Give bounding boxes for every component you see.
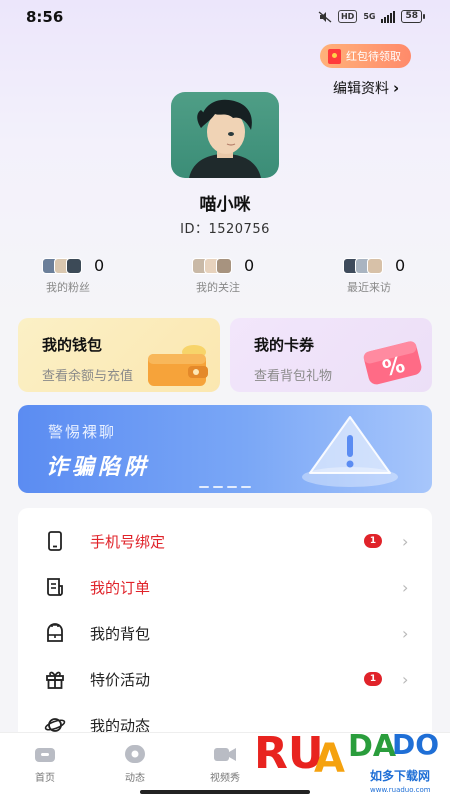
settings-menu: 手机号绑定 1 › 我的订单 › 我的背包 › 特价活动 1 › 我的动态	[18, 508, 432, 748]
watermark-logo: RU A DA DO 如多下载网 www.ruaduo.com	[254, 728, 439, 794]
stat-followers[interactable]: 0 我的粉丝	[42, 256, 162, 295]
avatar-illustration	[189, 99, 261, 178]
red-packet-icon	[328, 48, 341, 64]
follower-avatars	[42, 257, 82, 274]
avatar[interactable]	[171, 92, 279, 178]
visitor-avatars	[343, 257, 383, 274]
banner-line2: 诈骗陷阱	[46, 455, 151, 480]
status-time: 8:56	[26, 8, 64, 26]
wallet-card[interactable]: 我的钱包 查看余额与充值	[18, 318, 220, 392]
banner-pagination	[199, 486, 251, 488]
percent-coupon-icon: %	[363, 341, 422, 385]
banner-line1: 警惕裸聊	[48, 423, 117, 441]
notification-badge: 1	[364, 672, 382, 686]
stats-row: 0 我的粉丝 0 我的关注 0 最近来访	[0, 256, 450, 296]
nav-feed[interactable]: 动态	[105, 743, 165, 784]
edit-profile-button[interactable]: 编辑资料 ›	[333, 78, 399, 98]
menu-item-label: 手机号绑定	[90, 532, 166, 551]
backpack-icon	[47, 623, 63, 642]
signal-icon	[381, 10, 396, 23]
user-id: ID：1520756	[180, 222, 270, 237]
chevron-right-icon: ›	[402, 669, 409, 689]
nickname: 喵小咪	[199, 195, 251, 215]
following-avatars	[192, 257, 232, 274]
red-packet-button[interactable]: 红包待领取	[320, 44, 411, 68]
followers-count: 0	[94, 256, 105, 275]
nav-video[interactable]: 视频秀	[195, 743, 255, 784]
svg-text:www.ruaduo.com: www.ruaduo.com	[370, 786, 431, 794]
warning-triangle-icon	[302, 416, 398, 487]
svg-text:如多下载网: 如多下载网	[370, 768, 430, 783]
svg-text:DA: DA	[348, 729, 397, 764]
nav-label: 动态	[125, 773, 145, 784]
nav-label: 视频秀	[210, 773, 240, 784]
home-icon	[35, 748, 55, 762]
following-label: 我的关注	[196, 281, 240, 294]
red-packet-label: 红包待领取	[346, 50, 401, 63]
phone-icon	[48, 531, 62, 551]
followers-label: 我的粉丝	[46, 281, 90, 294]
feed-icon	[125, 745, 145, 763]
video-icon	[214, 748, 236, 761]
hd-badge: HD	[337, 10, 358, 23]
status-bar: 8:56 HD 5G 58	[0, 0, 450, 34]
chevron-right-icon: ›	[402, 577, 409, 597]
visitors-count: 0	[395, 256, 406, 275]
following-count: 0	[244, 256, 255, 275]
svg-text:DO: DO	[392, 728, 439, 761]
menu-item-label: 我的背包	[90, 624, 151, 643]
visitors-label: 最近来访	[347, 281, 391, 294]
chevron-right-icon: ›	[393, 79, 400, 97]
edit-profile-label: 编辑资料	[333, 81, 389, 97]
wallet-icon	[148, 345, 208, 386]
menu-item-orders[interactable]: 我的订单 ›	[18, 564, 432, 610]
chevron-right-icon: ›	[402, 623, 409, 643]
svg-text:A: A	[314, 736, 345, 782]
status-icons: HD 5G 58	[318, 10, 425, 23]
battery-icon: 58	[401, 10, 425, 23]
menu-item-backpack[interactable]: 我的背包 ›	[18, 610, 432, 656]
menu-item-label: 我的订单	[90, 578, 151, 597]
order-icon	[47, 578, 63, 596]
network-label: 5G	[363, 12, 376, 21]
nav-home[interactable]: 首页	[15, 743, 75, 784]
gift-icon	[46, 671, 64, 689]
mute-icon	[318, 11, 332, 22]
notification-badge: 1	[364, 534, 382, 548]
coupon-card[interactable]: 我的卡券 查看背包礼物 %	[230, 318, 432, 392]
stat-visitors[interactable]: 0 最近来访	[343, 256, 450, 295]
anti-fraud-banner[interactable]: 警惕裸聊 诈骗陷阱	[18, 405, 432, 493]
nav-label: 首页	[35, 773, 55, 784]
stat-following[interactable]: 0 我的关注	[192, 256, 312, 295]
menu-item-deals[interactable]: 特价活动 1 ›	[18, 656, 432, 702]
menu-item-label: 特价活动	[90, 670, 151, 689]
menu-item-phone-binding[interactable]: 手机号绑定 1 ›	[18, 518, 432, 564]
chevron-right-icon: ›	[402, 531, 409, 551]
